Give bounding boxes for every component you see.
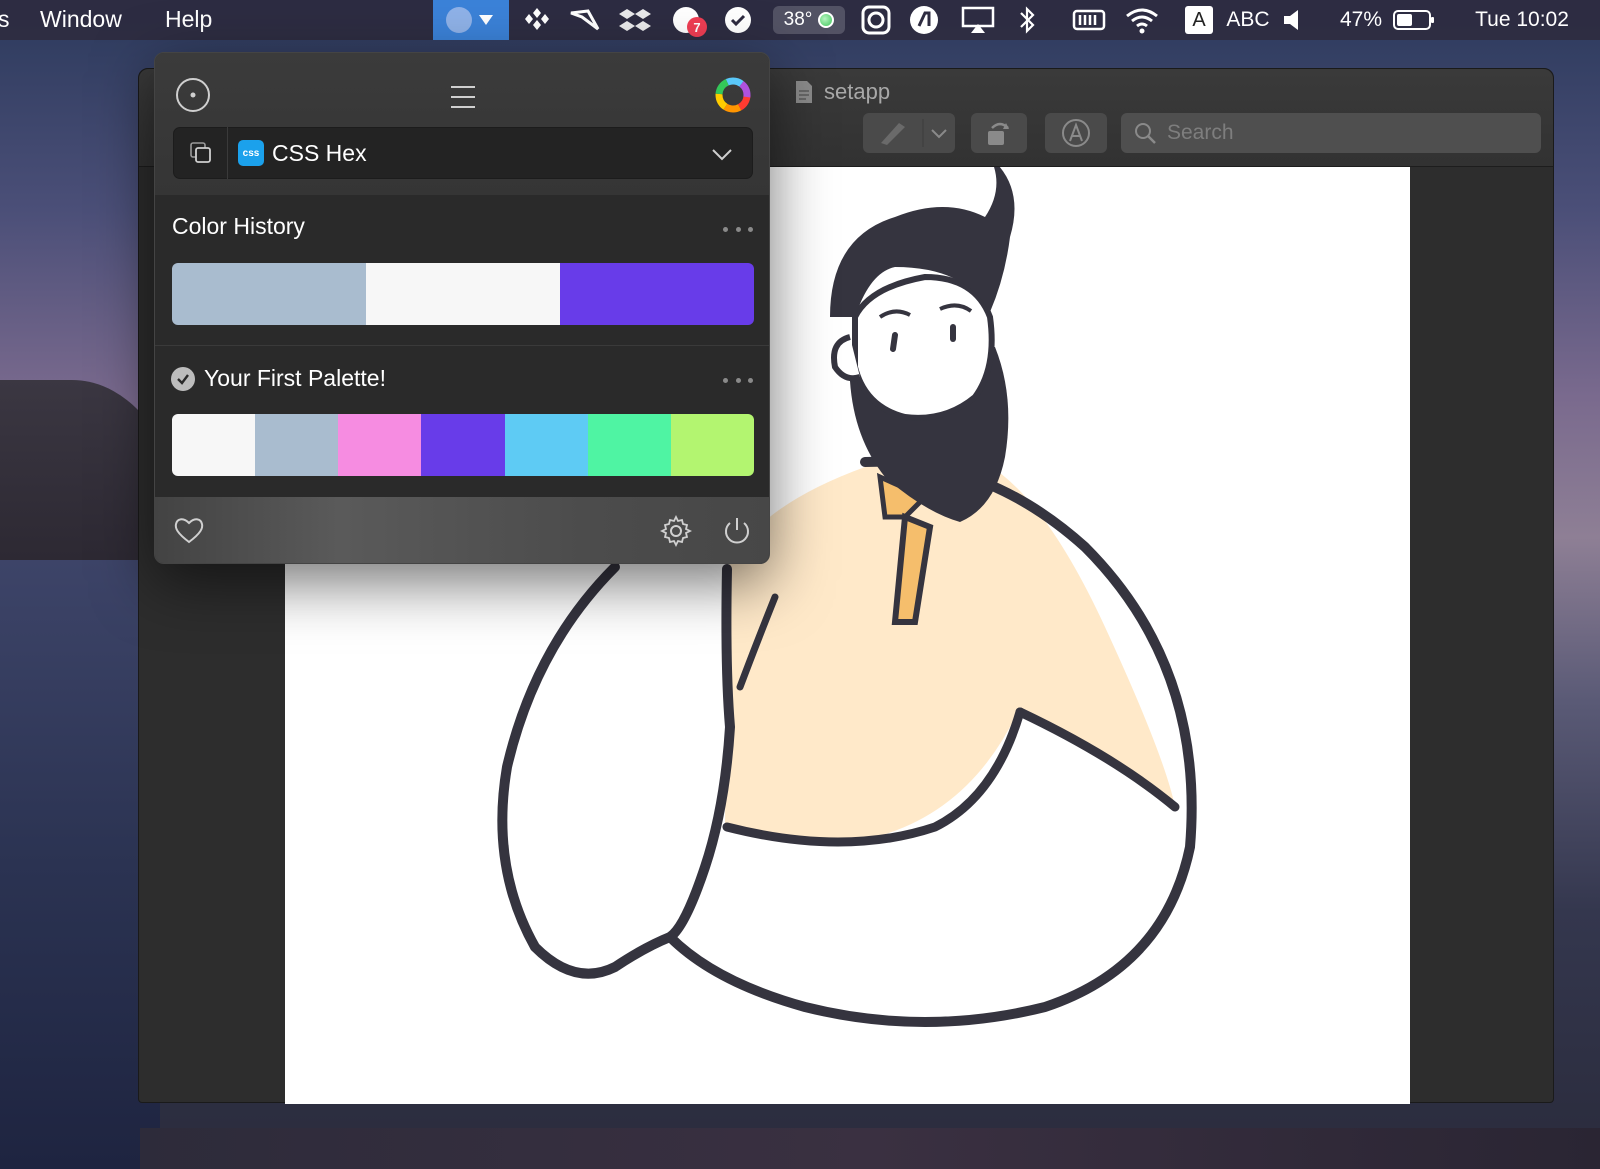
palette-swatches bbox=[172, 414, 754, 476]
setapp-status-icon[interactable] bbox=[565, 0, 605, 40]
history-swatch[interactable] bbox=[366, 263, 560, 325]
color-wheel-icon bbox=[715, 77, 751, 113]
palette-swatch[interactable] bbox=[421, 414, 505, 476]
menu-button[interactable] bbox=[443, 77, 483, 117]
history-swatch[interactable] bbox=[172, 263, 366, 325]
document-icon bbox=[796, 81, 812, 103]
palette-swatch[interactable] bbox=[670, 414, 754, 476]
menu-item-window[interactable]: Window bbox=[40, 6, 122, 33]
screenshot-status-icon[interactable] bbox=[856, 0, 896, 40]
copy-icon bbox=[189, 142, 211, 163]
volume-icon[interactable] bbox=[1278, 0, 1308, 40]
search-field[interactable] bbox=[1121, 113, 1541, 153]
color-picker-popover: css CSS Hex Color History Your First Pal… bbox=[154, 52, 770, 564]
chevron-down-icon bbox=[931, 129, 947, 139]
power-icon[interactable] bbox=[721, 515, 753, 547]
annotate-icon bbox=[1062, 119, 1090, 147]
battery-percent: 47% bbox=[1339, 8, 1383, 31]
memory-status-icon[interactable] bbox=[1070, 0, 1108, 40]
css-format-icon: css bbox=[238, 140, 264, 166]
history-swatch[interactable] bbox=[560, 263, 754, 325]
window-title-group: setapp bbox=[794, 79, 890, 105]
palette-swatch[interactable] bbox=[338, 414, 422, 476]
history-more-button[interactable] bbox=[723, 219, 753, 239]
input-source-label[interactable]: ABC bbox=[1222, 0, 1274, 40]
palette-swatch[interactable] bbox=[255, 414, 339, 476]
desktop-sea bbox=[0, 560, 160, 1169]
palette-active-checkmark[interactable] bbox=[171, 367, 195, 391]
eyedropper-target-button[interactable] bbox=[173, 75, 213, 115]
picker-header: css CSS Hex bbox=[155, 53, 769, 195]
notification-badge: 7 bbox=[687, 17, 707, 37]
format-selector[interactable]: css CSS Hex bbox=[173, 127, 753, 179]
color-history-swatches bbox=[172, 263, 754, 325]
menu-item-help[interactable]: Help bbox=[165, 6, 212, 33]
picker-footer bbox=[155, 497, 769, 563]
format-label: CSS Hex bbox=[272, 139, 367, 166]
color-picker-menu-extra[interactable] bbox=[433, 0, 509, 40]
copy-button[interactable] bbox=[174, 127, 228, 179]
battery-icon[interactable] bbox=[1390, 0, 1438, 40]
app-circle-status-icon[interactable] bbox=[904, 0, 944, 40]
rotate-icon bbox=[988, 122, 1009, 145]
checkmark-icon bbox=[177, 374, 189, 385]
markup-pen-button[interactable] bbox=[863, 113, 955, 153]
menu-item-truncated[interactable]: s bbox=[0, 6, 10, 33]
tasks-check-status-icon[interactable] bbox=[718, 0, 758, 40]
color-history-title: Color History bbox=[172, 213, 305, 239]
search-icon bbox=[1135, 123, 1156, 144]
desktop-rocks bbox=[140, 1128, 1600, 1169]
status-green-dot-icon bbox=[818, 12, 835, 28]
palette-more-button[interactable] bbox=[723, 370, 753, 390]
airplay-icon[interactable] bbox=[958, 0, 998, 40]
palette-title: Your First Palette! bbox=[204, 365, 386, 391]
gear-icon[interactable] bbox=[660, 515, 692, 547]
heart-icon[interactable] bbox=[173, 515, 205, 545]
notifications-status-icon[interactable]: 7 bbox=[665, 0, 711, 40]
rotate-button[interactable] bbox=[971, 113, 1027, 153]
weather-status[interactable]: 38° bbox=[768, 0, 850, 40]
search-input[interactable] bbox=[1167, 121, 1527, 145]
wifi-icon[interactable] bbox=[1122, 0, 1162, 40]
input-source-letter: A bbox=[1185, 6, 1213, 34]
palette-swatch[interactable] bbox=[172, 414, 256, 476]
menu-clock[interactable]: Tue 10:02 bbox=[1462, 0, 1582, 40]
eyedropper-target-icon bbox=[176, 78, 210, 112]
color-wheel-button[interactable] bbox=[711, 73, 755, 117]
color-picker-status-icon bbox=[446, 7, 493, 33]
annotate-button[interactable] bbox=[1045, 113, 1107, 153]
chevron-down-icon bbox=[712, 149, 732, 161]
hamburger-menu-icon bbox=[451, 86, 475, 108]
weather-temperature: 38° bbox=[783, 9, 813, 30]
window-title: setapp bbox=[824, 79, 891, 104]
bluetooth-icon[interactable] bbox=[1012, 0, 1042, 40]
menu-bar: s Window Help 7 38° A ABC 47% Tue 10:02 bbox=[0, 0, 1600, 40]
dropbox-status-icon[interactable] bbox=[615, 0, 655, 40]
section-divider bbox=[155, 345, 769, 346]
palette-swatch[interactable] bbox=[587, 414, 671, 476]
palette-swatch[interactable] bbox=[504, 414, 588, 476]
dropbox-alt-status-icon[interactable] bbox=[519, 0, 555, 40]
input-source-icon[interactable]: A bbox=[1182, 0, 1216, 40]
